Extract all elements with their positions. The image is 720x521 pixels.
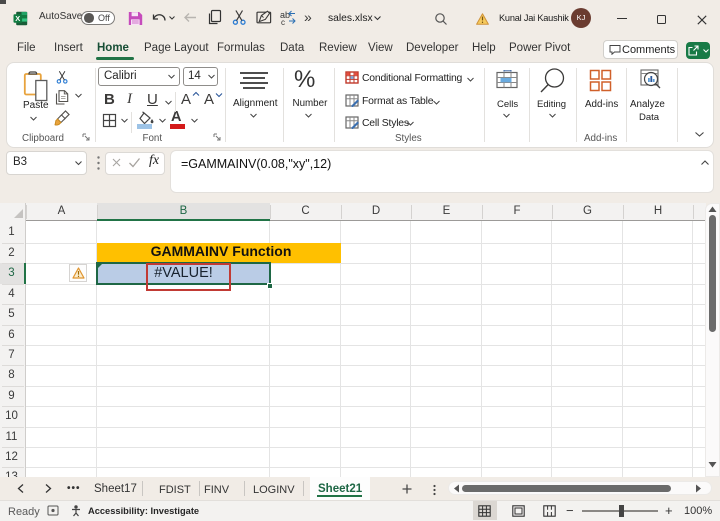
svg-text:X: X [15,14,20,23]
svg-text:c: c [281,18,285,26]
